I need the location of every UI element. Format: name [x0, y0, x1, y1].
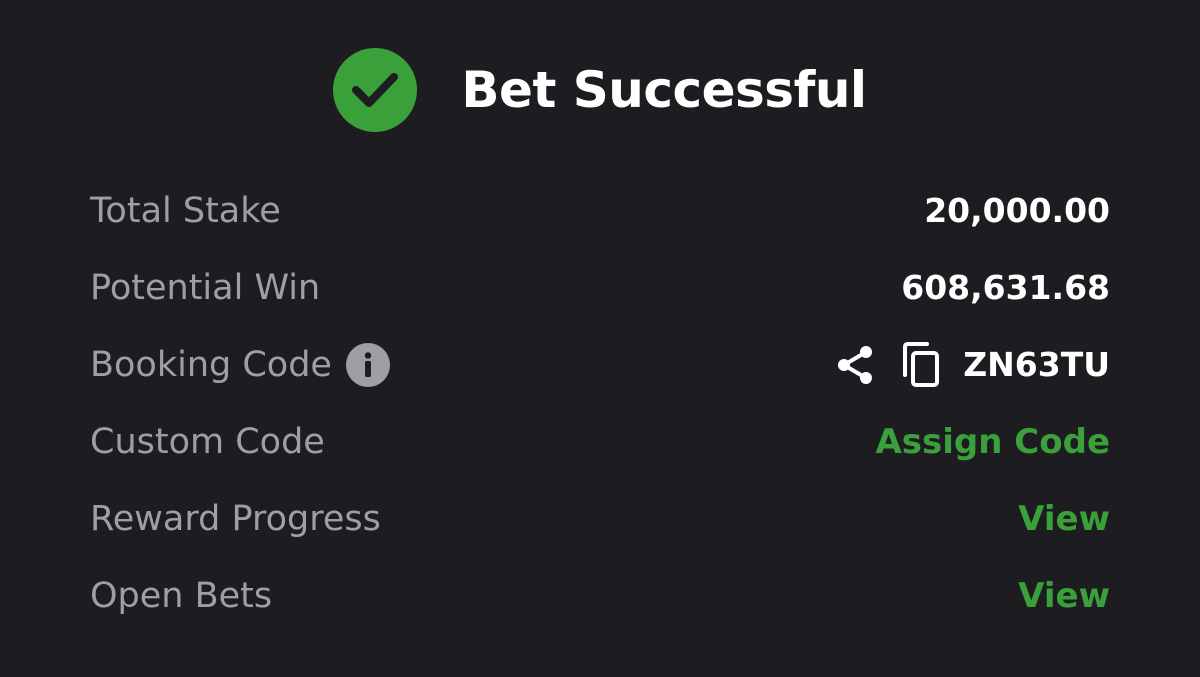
assign-code-link[interactable]: Assign Code	[875, 422, 1110, 462]
booking-code-row: Booking Code ZN63TU	[90, 326, 1110, 403]
bet-details-list: Total Stake 20,000.00 Potential Win 608,…	[90, 172, 1110, 634]
total-stake-value: 20,000.00	[924, 191, 1110, 230]
share-icon[interactable]	[833, 343, 877, 387]
open-bets-row: Open Bets View	[90, 557, 1110, 634]
check-circle-icon	[333, 48, 418, 132]
open-bets-view-link[interactable]: View	[1018, 576, 1110, 616]
reward-progress-view-link[interactable]: View	[1018, 499, 1110, 539]
open-bets-label: Open Bets	[90, 575, 273, 616]
potential-win-value: 608,631.68	[901, 268, 1110, 307]
booking-code-label-group: Booking Code	[90, 342, 390, 387]
checkmark-icon	[352, 73, 399, 107]
total-stake-label: Total Stake	[90, 190, 281, 231]
bet-status-header: Bet Successful	[0, 48, 1200, 132]
booking-code-value-group: ZN63TU	[833, 341, 1110, 389]
reward-progress-row: Reward Progress View	[90, 480, 1110, 557]
potential-win-row: Potential Win 608,631.68	[90, 249, 1110, 326]
bet-confirmation-panel: Bet Successful Total Stake 20,000.00 Pot…	[0, 0, 1200, 677]
info-icon[interactable]	[345, 342, 390, 387]
total-stake-row: Total Stake 20,000.00	[90, 172, 1110, 249]
copy-icon[interactable]	[899, 341, 943, 389]
custom-code-label: Custom Code	[90, 421, 325, 462]
booking-code-label: Booking Code	[90, 344, 332, 385]
potential-win-label: Potential Win	[90, 267, 321, 308]
page-title: Bet Successful	[461, 61, 867, 119]
reward-progress-label: Reward Progress	[90, 498, 381, 539]
booking-code-value[interactable]: ZN63TU	[963, 345, 1110, 384]
custom-code-row: Custom Code Assign Code	[90, 403, 1110, 480]
